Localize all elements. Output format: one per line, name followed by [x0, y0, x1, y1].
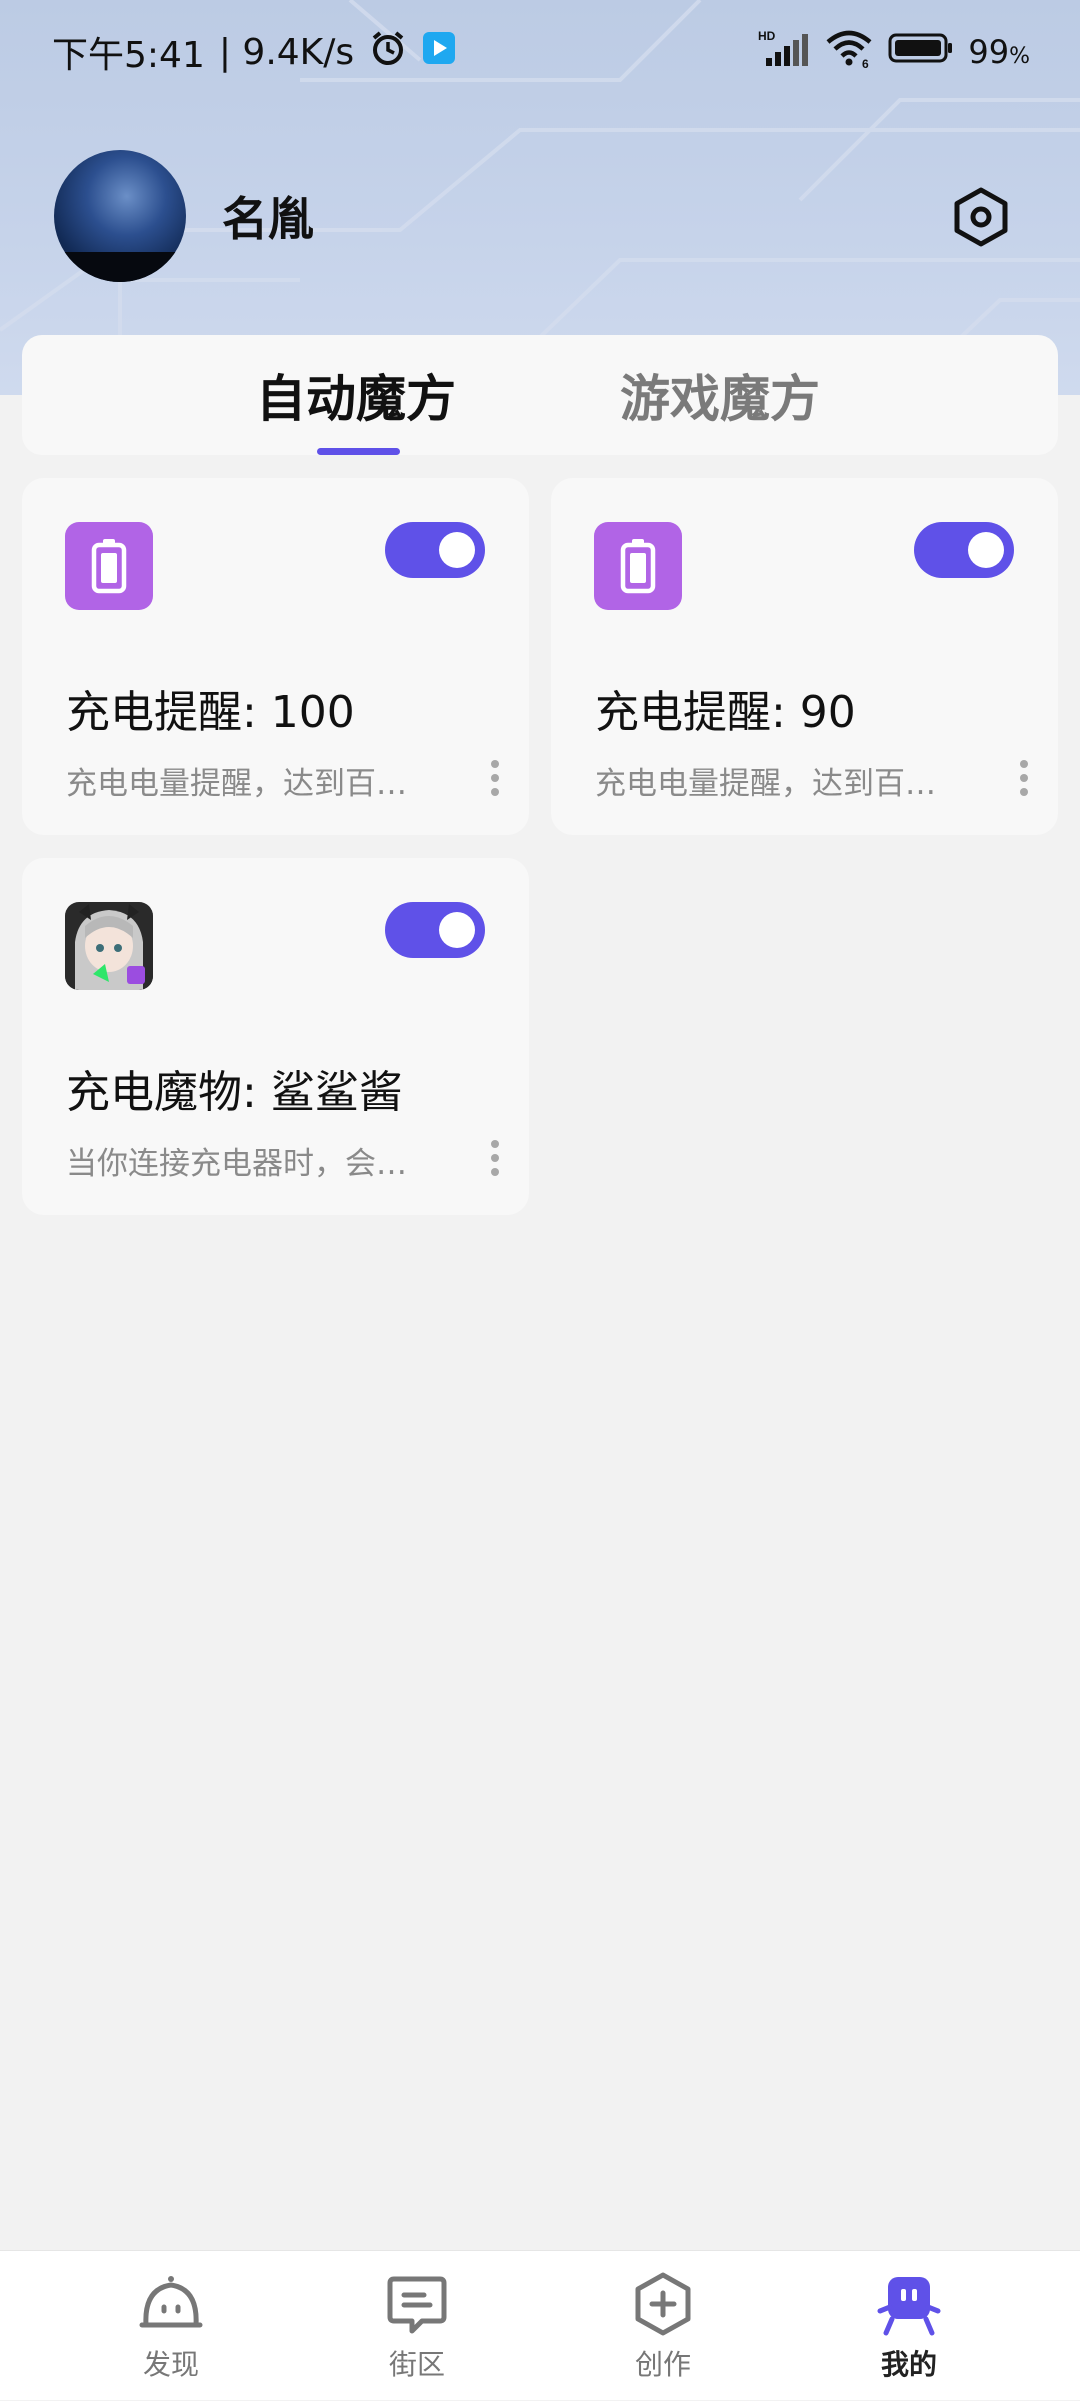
tab-auto-cube[interactable]: 自动魔方	[256, 335, 456, 455]
nav-mine[interactable]: 我的	[809, 2251, 1009, 2401]
avatar[interactable]	[54, 150, 186, 282]
anime-character-thumbnail	[65, 902, 153, 990]
card-title: 充电魔物: 鲨鲨酱	[66, 1067, 403, 1118]
card-description: 充电电量提醒，达到百分比时提醒	[595, 766, 955, 802]
battery-icon	[594, 522, 682, 610]
battery-icon	[65, 522, 153, 610]
discover-icon	[139, 2276, 203, 2328]
tab-bar: 自动魔方 游戏魔方	[22, 335, 1058, 455]
alarm-icon	[368, 28, 408, 77]
app-notification-icon	[422, 31, 456, 74]
battery-status-icon	[888, 31, 954, 74]
cube-card[interactable]: 充电魔物: 鲨鲨酱 当你连接充电器时，会出现动画	[22, 858, 529, 1215]
signal-icon: HD	[758, 28, 810, 77]
svg-text:HD: HD	[758, 29, 776, 43]
wifi-icon: 6	[824, 28, 874, 77]
status-time: 下午5:41	[52, 35, 205, 76]
card-description: 当你连接充电器时，会出现动画	[66, 1146, 426, 1182]
street-icon	[387, 2276, 447, 2334]
enable-toggle[interactable]	[385, 902, 485, 958]
nav-discover[interactable]: 发现	[71, 2251, 271, 2401]
card-title: 充电提醒: 90	[595, 687, 856, 738]
username: 名胤	[222, 192, 314, 246]
profile-header: 名胤	[54, 150, 314, 282]
status-speed: | 9.4K/s	[218, 31, 355, 73]
svg-text:6: 6	[862, 57, 869, 68]
more-options-icon[interactable]	[480, 756, 510, 800]
nav-label: 创作	[634, 2348, 691, 2381]
nav-label: 街区	[388, 2348, 445, 2381]
cube-card[interactable]: 充电提醒: 90 充电电量提醒，达到百分比时提醒	[551, 478, 1058, 835]
battery-percent: 99%	[968, 33, 1030, 71]
enable-toggle[interactable]	[385, 522, 485, 578]
nav-create[interactable]: 创作	[563, 2251, 763, 2401]
nav-label: 我的	[880, 2348, 937, 2381]
card-title: 充电提醒: 100	[66, 687, 355, 738]
enable-toggle[interactable]	[914, 522, 1014, 578]
nav-label: 发现	[142, 2348, 199, 2381]
bottom-navigation: 发现 街区 创作 我的	[0, 2250, 1080, 2400]
create-icon	[635, 2272, 691, 2336]
settings-button[interactable]	[946, 182, 1016, 252]
settings-hexagon-icon	[954, 187, 1008, 247]
more-options-icon[interactable]	[1009, 756, 1039, 800]
tab-game-cube[interactable]: 游戏魔方	[620, 335, 820, 455]
status-bar: 下午5:41 | 9.4K/s HD 6 99%	[0, 0, 1080, 104]
card-description: 充电电量提醒，达到百分比时提醒	[66, 766, 426, 802]
more-options-icon[interactable]	[480, 1136, 510, 1180]
nav-street[interactable]: 街区	[317, 2251, 517, 2401]
cube-card[interactable]: 充电提醒: 100 充电电量提醒，达到百分比时提醒	[22, 478, 529, 835]
active-tab-indicator	[317, 448, 400, 455]
mine-icon	[877, 2277, 941, 2336]
